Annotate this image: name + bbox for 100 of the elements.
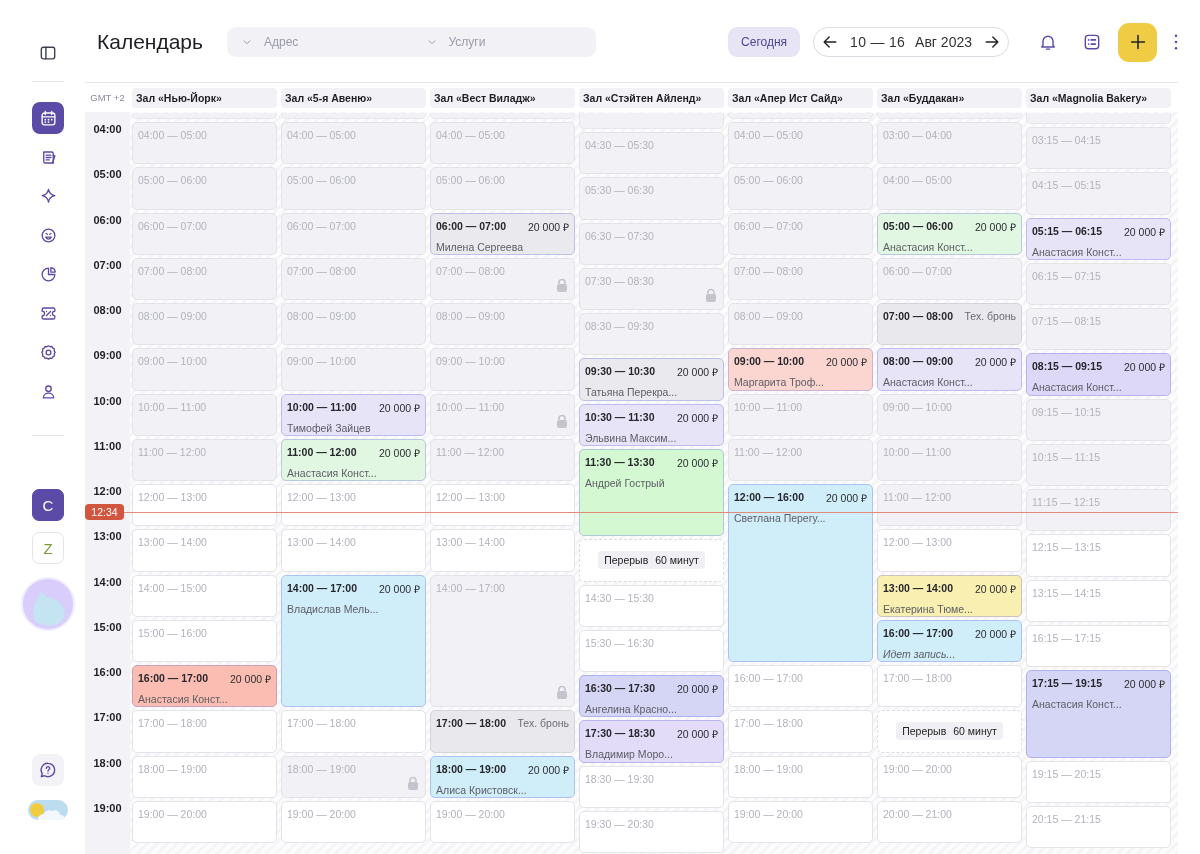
theme-toggle[interactable] [28, 800, 68, 820]
time-slot[interactable]: 06:30 — 07:30 [579, 222, 724, 265]
time-slot[interactable]: 14:30 — 15:30 [579, 584, 724, 627]
time-slot[interactable]: 09:00 — 10:00 [430, 348, 575, 391]
time-slot[interactable]: 18:00 — 19:00 [132, 755, 277, 798]
booking-card[interactable]: 18:00 — 19:00 20 000 ₽ Алиса Кристовск... [430, 755, 575, 798]
booking-card[interactable]: 10:30 — 11:30 20 000 ₽ Эльвина Максим... [579, 403, 724, 446]
booking-card[interactable]: 09:30 — 10:30 20 000 ₽ Татьяна Перекра... [579, 358, 724, 401]
time-slot[interactable]: 11:15 — 12:15 [1026, 489, 1171, 532]
time-slot[interactable]: 03:15 — 04:15 [1026, 127, 1171, 170]
add-button[interactable] [1118, 22, 1157, 62]
time-slot[interactable]: 19:00 — 20:00 [132, 800, 277, 843]
time-slot[interactable]: 11:00 — 12:00 [877, 484, 1022, 527]
tech-booking-card[interactable]: 07:00 — 08:00 Тех. бронь [877, 303, 1022, 346]
time-slot[interactable]: 07:00 — 08:00 [728, 257, 873, 300]
booking-card[interactable]: 08:15 — 09:15 20 000 ₽ Анастасия Конст... [1026, 353, 1171, 396]
time-slot[interactable]: 05:00 — 06:00 [728, 167, 873, 210]
time-slot[interactable]: 16:00 — 17:00 [728, 665, 873, 708]
time-slot[interactable]: 12:00 — 13:00 [281, 484, 426, 527]
help-button[interactable] [32, 754, 64, 786]
time-slot[interactable]: 18:00 — 19:00 [728, 755, 873, 798]
time-slot[interactable]: 07:15 — 08:15 [1026, 308, 1171, 351]
time-slot[interactable]: 06:15 — 07:15 [1026, 262, 1171, 305]
time-slot[interactable]: 19:00 — 20:00 [430, 800, 575, 843]
time-slot[interactable]: 09:00 — 10:00 [132, 348, 277, 391]
time-slot[interactable]: 08:00 — 09:00 [728, 303, 873, 346]
time-slot[interactable]: 04:00 — 05:00 [132, 122, 277, 165]
time-slot[interactable]: 17:00 — 18:00 [281, 710, 426, 753]
booking-card[interactable]: 17:15 — 19:15 20 000 ₽ Анастасия Конст... [1026, 670, 1171, 758]
time-slot[interactable]: 04:00 — 05:00 [728, 122, 873, 165]
booking-card[interactable]: 11:00 — 12:00 20 000 ₽ Анастасия Конст... [281, 438, 426, 481]
time-slot[interactable]: 16:15 — 17:15 [1026, 624, 1171, 667]
time-slot[interactable]: 13:00 — 14:00 [132, 529, 277, 572]
time-slot[interactable]: 17:00 — 18:00 [877, 665, 1022, 708]
time-slot[interactable]: 08:30 — 09:30 [579, 313, 724, 356]
booking-card[interactable]: 09:00 — 10:00 20 000 ₽ Маргарита Троф... [728, 348, 873, 391]
time-slot[interactable]: 06:00 — 07:00 [281, 212, 426, 255]
time-slot[interactable]: 19:00 — 20:00 [728, 800, 873, 843]
time-slot[interactable]: 12:00 — 13:00 [877, 529, 1022, 572]
tech-booking-card[interactable]: 17:00 — 18:00 Тех. бронь [430, 710, 575, 753]
time-slot[interactable]: 14:00 — 15:00 [132, 574, 277, 617]
booking-card[interactable]: 13:00 — 14:00 20 000 ₽ Екатерина Тюме... [877, 574, 1022, 617]
time-slot[interactable]: 13:00 — 14:00 [430, 529, 575, 572]
time-slot[interactable]: 12:00 — 13:00 [132, 484, 277, 527]
booking-card[interactable]: 12:00 — 16:00 20 000 ₽ Светлана Перегу... [728, 484, 873, 662]
time-slot[interactable]: 19:00 — 20:00 [877, 755, 1022, 798]
time-slot[interactable]: 11:00 — 12:00 [430, 438, 575, 481]
time-slot[interactable]: 08:00 — 09:00 [430, 303, 575, 346]
filter-dropdown[interactable]: Услуги [448, 35, 569, 49]
time-slot[interactable]: 04:30 — 05:30 [579, 132, 724, 175]
time-slot[interactable]: 06:00 — 07:00 [132, 212, 277, 255]
time-slot[interactable]: 20:00 — 21:00 [877, 800, 1022, 843]
filter-dropdown[interactable]: Адрес [264, 35, 384, 49]
time-slot[interactable]: 06:00 — 07:00 [877, 257, 1022, 300]
time-slot[interactable]: 04:15 — 05:15 [1026, 172, 1171, 215]
time-slot[interactable]: 05:30 — 06:30 [579, 177, 724, 220]
booking-card[interactable]: 16:00 — 17:00 20 000 ₽ Анастасия Конст... [132, 665, 277, 708]
workspace-button[interactable]: C [32, 489, 64, 521]
time-slot[interactable]: 12:15 — 13:15 [1026, 534, 1171, 577]
time-slot[interactable]: 10:00 — 11:00 [877, 438, 1022, 481]
booking-card[interactable]: 16:30 — 17:30 20 000 ₽ Ангелина Красно... [579, 675, 724, 718]
time-slot[interactable]: 05:00 — 06:00 [430, 167, 575, 210]
booking-card[interactable]: 10:00 — 11:00 20 000 ₽ Тимофей Зайцев [281, 393, 426, 436]
time-slot[interactable]: 10:15 — 11:15 [1026, 443, 1171, 486]
time-slot[interactable]: 09:00 — 10:00 [281, 348, 426, 391]
time-slot[interactable]: 11:00 — 12:00 [132, 438, 277, 481]
sidebar-toggle-button[interactable] [38, 43, 58, 63]
booking-card[interactable]: 16:00 — 17:00 20 000 ₽ Идет запись... [877, 619, 1022, 662]
time-slot[interactable]: 18:30 — 19:30 [579, 765, 724, 808]
checklist-button[interactable] [1082, 32, 1102, 52]
booking-card[interactable]: 14:00 — 17:00 20 000 ₽ Владислав Мель... [281, 574, 426, 708]
time-slot[interactable]: 11:00 — 12:00 [728, 438, 873, 481]
time-slot[interactable]: 17:00 — 18:00 [728, 710, 873, 753]
time-slot[interactable]: 08:00 — 09:00 [132, 303, 277, 346]
time-slot[interactable]: 15:30 — 16:30 [579, 629, 724, 672]
time-slot[interactable]: 08:00 — 09:00 [281, 303, 426, 346]
time-slot[interactable]: 20:15 — 21:15 [1026, 805, 1171, 848]
nav-item[interactable] [32, 102, 64, 134]
booking-card[interactable]: 05:00 — 06:00 20 000 ₽ Анастасия Конст... [877, 212, 1022, 255]
time-slot[interactable]: 07:00 — 08:00 [281, 257, 426, 300]
booking-card[interactable]: 06:00 — 07:00 20 000 ₽ Милена Сергеева [430, 212, 575, 255]
time-slot[interactable]: 19:30 — 20:30 [579, 810, 724, 853]
time-slot[interactable]: 09:00 — 10:00 [877, 393, 1022, 436]
time-slot[interactable]: 03:00 — 04:00 [877, 122, 1022, 165]
time-slot[interactable]: 09:15 — 10:15 [1026, 398, 1171, 441]
time-slot[interactable]: 13:15 — 14:15 [1026, 579, 1171, 622]
time-slot[interactable]: 05:00 — 06:00 [132, 167, 277, 210]
time-slot[interactable]: 10:00 — 11:00 [132, 393, 277, 436]
time-slot[interactable]: 19:15 — 20:15 [1026, 760, 1171, 803]
time-slot[interactable]: 13:00 — 14:00 [281, 529, 426, 572]
booking-card[interactable]: 08:00 — 09:00 20 000 ₽ Анастасия Конст... [877, 348, 1022, 391]
booking-card[interactable]: 05:15 — 06:15 20 000 ₽ Анастасия Конст... [1026, 217, 1171, 260]
time-slot[interactable]: 17:00 — 18:00 [132, 710, 277, 753]
time-slot[interactable]: 07:00 — 08:00 [132, 257, 277, 300]
today-button[interactable]: Сегодня [728, 27, 801, 57]
time-slot[interactable]: 19:00 — 20:00 [281, 800, 426, 843]
time-slot[interactable]: 12:00 — 13:00 [430, 484, 575, 527]
time-slot[interactable]: 04:00 — 05:00 [281, 122, 426, 165]
more-button[interactable] [1174, 34, 1178, 50]
booking-card[interactable]: 17:30 — 18:30 20 000 ₽ Владимир Моро... [579, 720, 724, 763]
